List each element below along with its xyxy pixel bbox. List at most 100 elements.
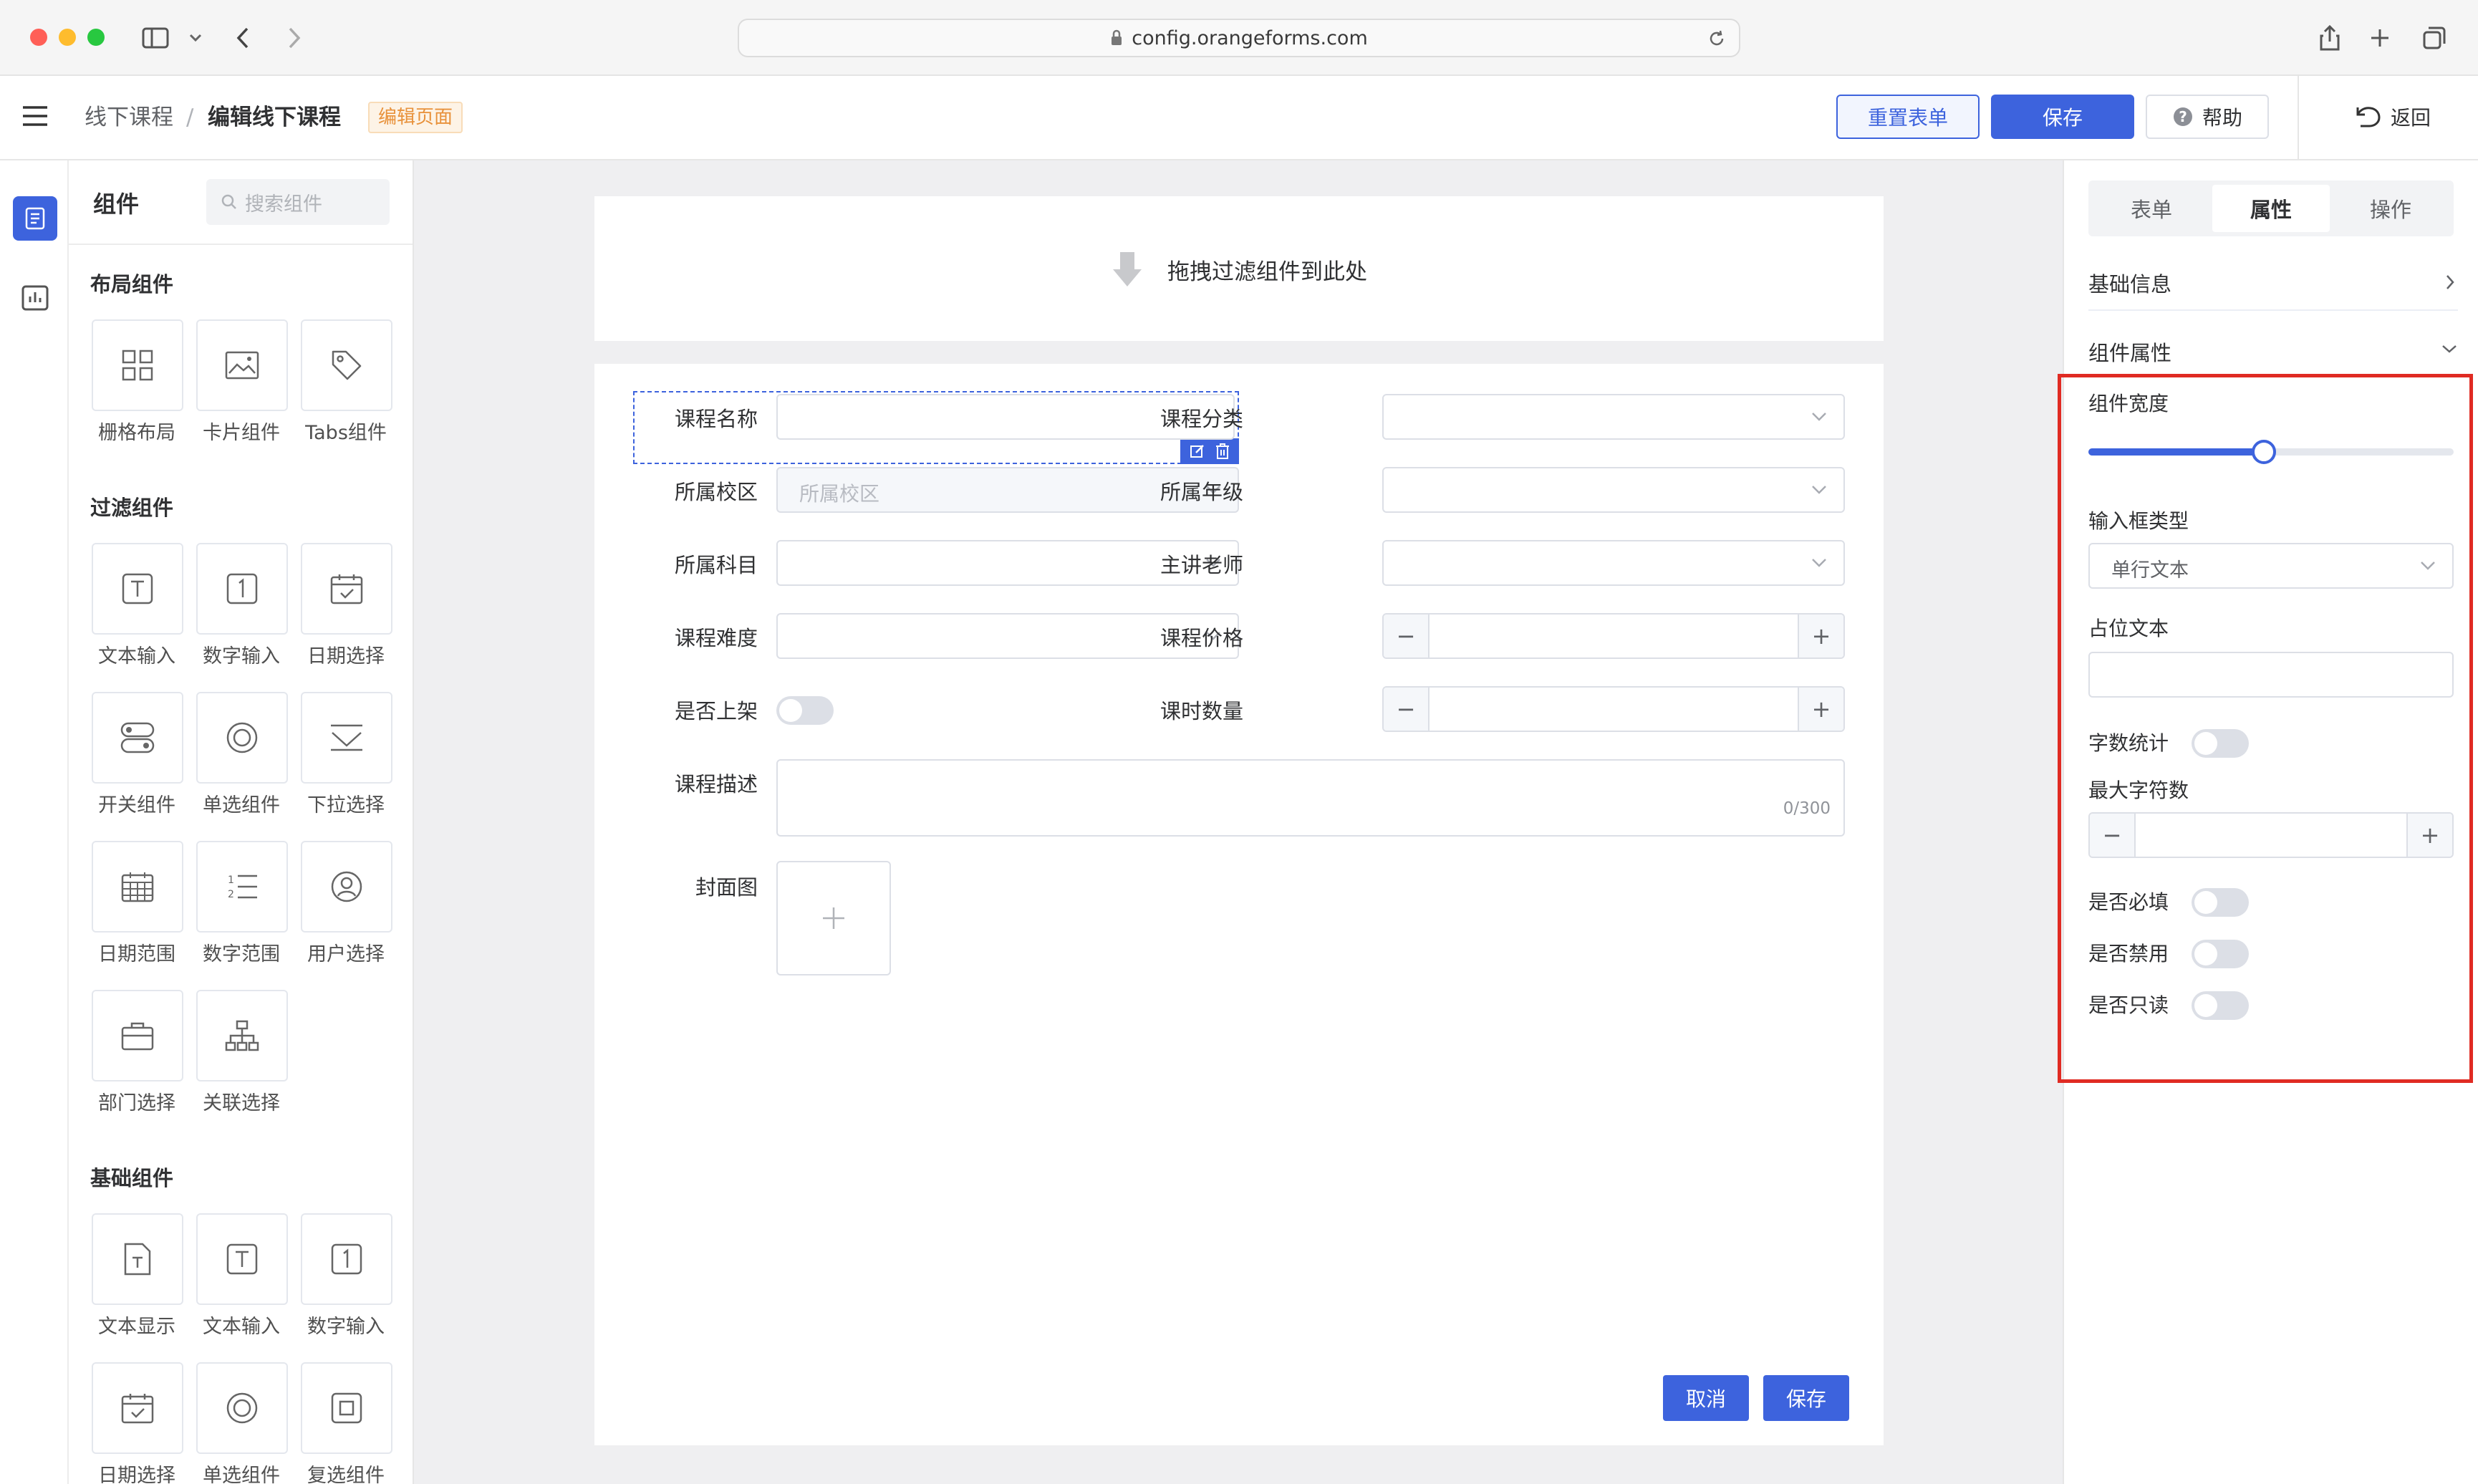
component-tile-radio[interactable] [196,692,288,784]
undo-icon [2353,105,2382,129]
component-tile-text-input-basic[interactable] [196,1213,288,1305]
form-save-button[interactable]: 保存 [1763,1375,1849,1421]
component-tile-dropdown[interactable] [301,692,392,784]
teacher-select[interactable] [1382,540,1845,586]
document-text-icon [124,1243,151,1276]
component-tile-tabs[interactable] [301,319,392,411]
tab-attributes[interactable]: 属性 [2212,185,2330,232]
chevron-right-icon [2446,275,2454,289]
back-nav-icon[interactable] [228,23,258,53]
properties-tabs: 表单 属性 操作 [2088,180,2454,236]
header-divider [2298,76,2299,160]
lock-icon [1110,29,1123,47]
close-window-button[interactable] [30,29,47,46]
zoom-window-button[interactable] [87,29,105,46]
help-button[interactable]: ? 帮助 [2146,95,2269,139]
user-icon [331,871,362,902]
help-icon: ? [2172,106,2194,127]
hamburger-menu-icon[interactable] [21,105,49,127]
chevron-down-icon [1812,559,1826,567]
reload-icon[interactable] [1707,29,1726,48]
component-props-label: 组件属性 [2088,341,2172,365]
org-tree-icon [225,1020,259,1051]
campus-label: 所属校区 [674,480,758,504]
component-tile-dept-select[interactable] [92,990,183,1081]
tile-label: 文本显示 [98,1316,175,1338]
tile-label: 下拉选择 [307,794,385,816]
section-title-layout: 布局组件 [90,272,174,297]
component-tile-date-range[interactable] [92,841,183,933]
forward-nav-icon[interactable] [279,23,309,53]
hours-stepper[interactable]: − + [1382,686,1845,732]
component-tile-switch[interactable] [92,692,183,784]
component-tile-date-picker[interactable] [301,543,392,635]
hours-decrement-button[interactable]: − [1384,688,1430,731]
sidebar-toggle-icon[interactable] [140,23,170,53]
component-search-input[interactable]: 搜索组件 [206,179,390,225]
component-tile-number-range[interactable]: 12 [196,841,288,933]
component-tile-date-picker-basic[interactable] [92,1362,183,1454]
tile-label: 数字输入 [307,1316,385,1338]
component-tile-number-input-basic[interactable] [301,1213,392,1305]
tile-label: 日期选择 [307,645,385,668]
share-icon[interactable] [2315,23,2345,53]
tab-form[interactable]: 表单 [2093,185,2210,232]
tile-label: 栅格布局 [98,422,175,444]
radio-icon [226,722,258,753]
component-tile-user-select[interactable] [301,841,392,933]
description-counter: 0/300 [1783,799,1831,818]
component-tile-text-display[interactable] [92,1213,183,1305]
form-cancel-button[interactable]: 取消 [1663,1375,1749,1421]
component-tile-grid[interactable] [92,319,183,411]
price-decrement-button[interactable]: − [1384,615,1430,657]
help-label: 帮助 [2202,106,2242,130]
plus-icon [823,907,844,929]
component-tile-number-input[interactable] [196,543,288,635]
chart-rail-button[interactable] [21,285,49,311]
breadcrumb-parent[interactable]: 线下课程 [85,102,173,133]
description-textarea[interactable]: 0/300 [776,759,1845,837]
filter-drop-zone[interactable]: 拖拽过滤组件到此处 [594,196,1884,341]
course-category-select[interactable] [1382,394,1845,440]
address-bar[interactable]: config.orangeforms.com [738,19,1740,57]
campus-placeholder: 所属校区 [799,482,880,506]
highlight-box [2058,374,2473,1083]
header-save-label: 保存 [2042,106,2083,130]
tab-actions[interactable]: 操作 [2332,185,2449,232]
on-shelf-toggle[interactable] [776,696,834,725]
edit-icon[interactable] [1189,443,1206,460]
dropdown-icon [331,724,362,751]
chevron-down-icon[interactable] [180,23,211,53]
briefcase-icon [121,1022,154,1051]
reset-form-label: 重置表单 [1867,106,1948,130]
basic-info-collapse[interactable]: 基础信息 [2088,261,2458,311]
component-tile-checkbox[interactable] [301,1362,392,1454]
grade-select[interactable] [1382,467,1845,513]
description-label: 课程描述 [674,772,758,796]
reset-form-button[interactable]: 重置表单 [1836,95,1980,139]
minimize-window-button[interactable] [59,29,76,46]
form-save-label: 保存 [1785,1387,1826,1411]
form-card: 课程名称 课程分类 所属校区 所属校区 所属年级 所属科目 主讲老师 课程难度 … [594,364,1884,1445]
tile-label: 部门选择 [98,1092,175,1114]
grid-icon [122,350,153,381]
hours-increment-button[interactable]: + [1798,688,1843,731]
component-tile-card[interactable] [196,319,288,411]
cover-upload-box[interactable] [776,861,891,975]
ordered-list-icon: 12 [228,874,257,900]
price-stepper[interactable]: − + [1382,613,1845,659]
component-tile-text-input[interactable] [92,543,183,635]
component-tile-relation-select[interactable] [196,990,288,1081]
price-increment-button[interactable]: + [1798,615,1843,657]
tab-overview-icon[interactable] [2419,23,2449,53]
delete-icon[interactable] [1215,443,1230,460]
new-tab-icon[interactable] [2365,23,2395,53]
form-design-rail-button[interactable] [13,196,57,241]
header-save-button[interactable]: 保存 [1991,95,2134,139]
component-props-collapse[interactable]: 组件属性 [2088,329,2458,372]
number-icon [226,573,258,604]
breadcrumb-current: 编辑线下课程 [208,105,341,130]
back-button[interactable]: 返回 [2342,95,2442,139]
component-tile-radio-basic[interactable] [196,1362,288,1454]
teacher-label: 主讲老师 [1160,553,1243,577]
